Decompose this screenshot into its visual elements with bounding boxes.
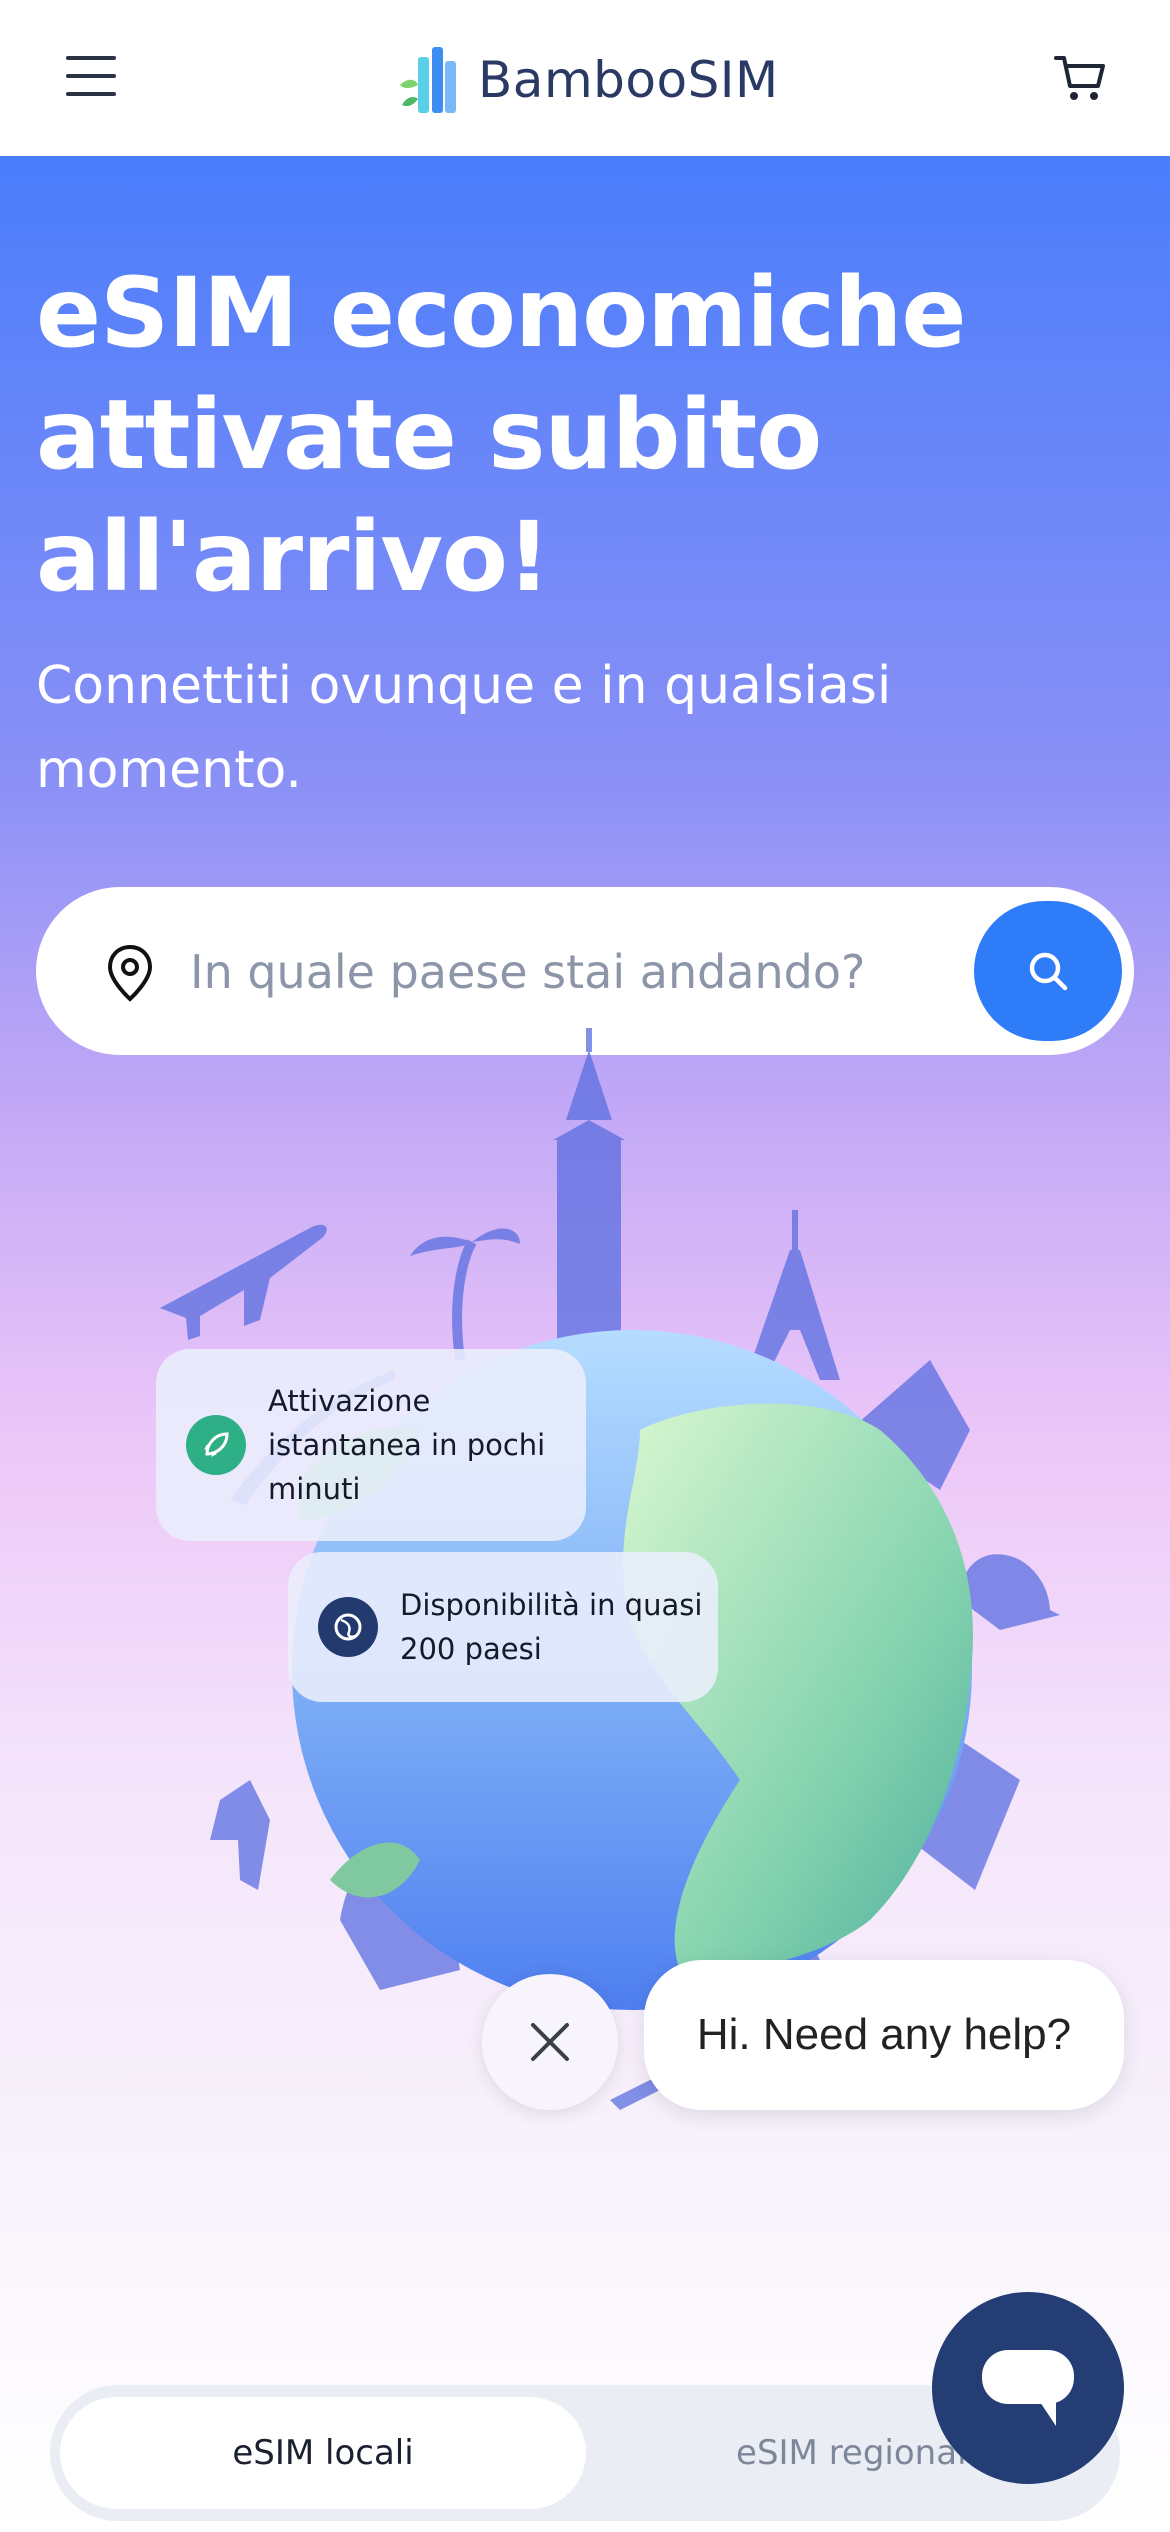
close-chat-bubble-button[interactable] [482,1974,618,2110]
hero-headline: eSIM economiche attivate subito all'arri… [36,257,966,613]
logo[interactable]: BambooSIM [398,42,779,118]
chat-launcher-button[interactable] [932,2292,1124,2484]
feature-card-activation: Attivazione istantanea in pochi minuti [156,1349,586,1541]
header: BambooSIM [0,0,1170,156]
feature-text-activation: Attivazione istantanea in pochi minuti [268,1384,546,1506]
chat-icon [982,2350,1074,2426]
bamboo-logo-icon [400,47,456,113]
chat-help-bubble[interactable]: Hi. Need any help? [644,1960,1124,2110]
hero-subheadline: Connettiti ovunque e in qualsiasi moment… [36,656,892,800]
rocket-icon [186,1415,246,1475]
feature-text-countries: Disponibilità in quasi 200 paesi [400,1588,703,1666]
logo-text: BambooSIM [478,51,779,109]
feature-card-countries: Disponibilità in quasi 200 paesi [288,1552,718,1702]
globe-icon [318,1597,378,1657]
cart-icon[interactable] [1052,50,1108,106]
hamburger-menu-icon[interactable] [66,56,116,100]
close-icon [531,2023,569,2061]
tab-esim-locali[interactable]: eSIM locali [60,2397,586,2509]
